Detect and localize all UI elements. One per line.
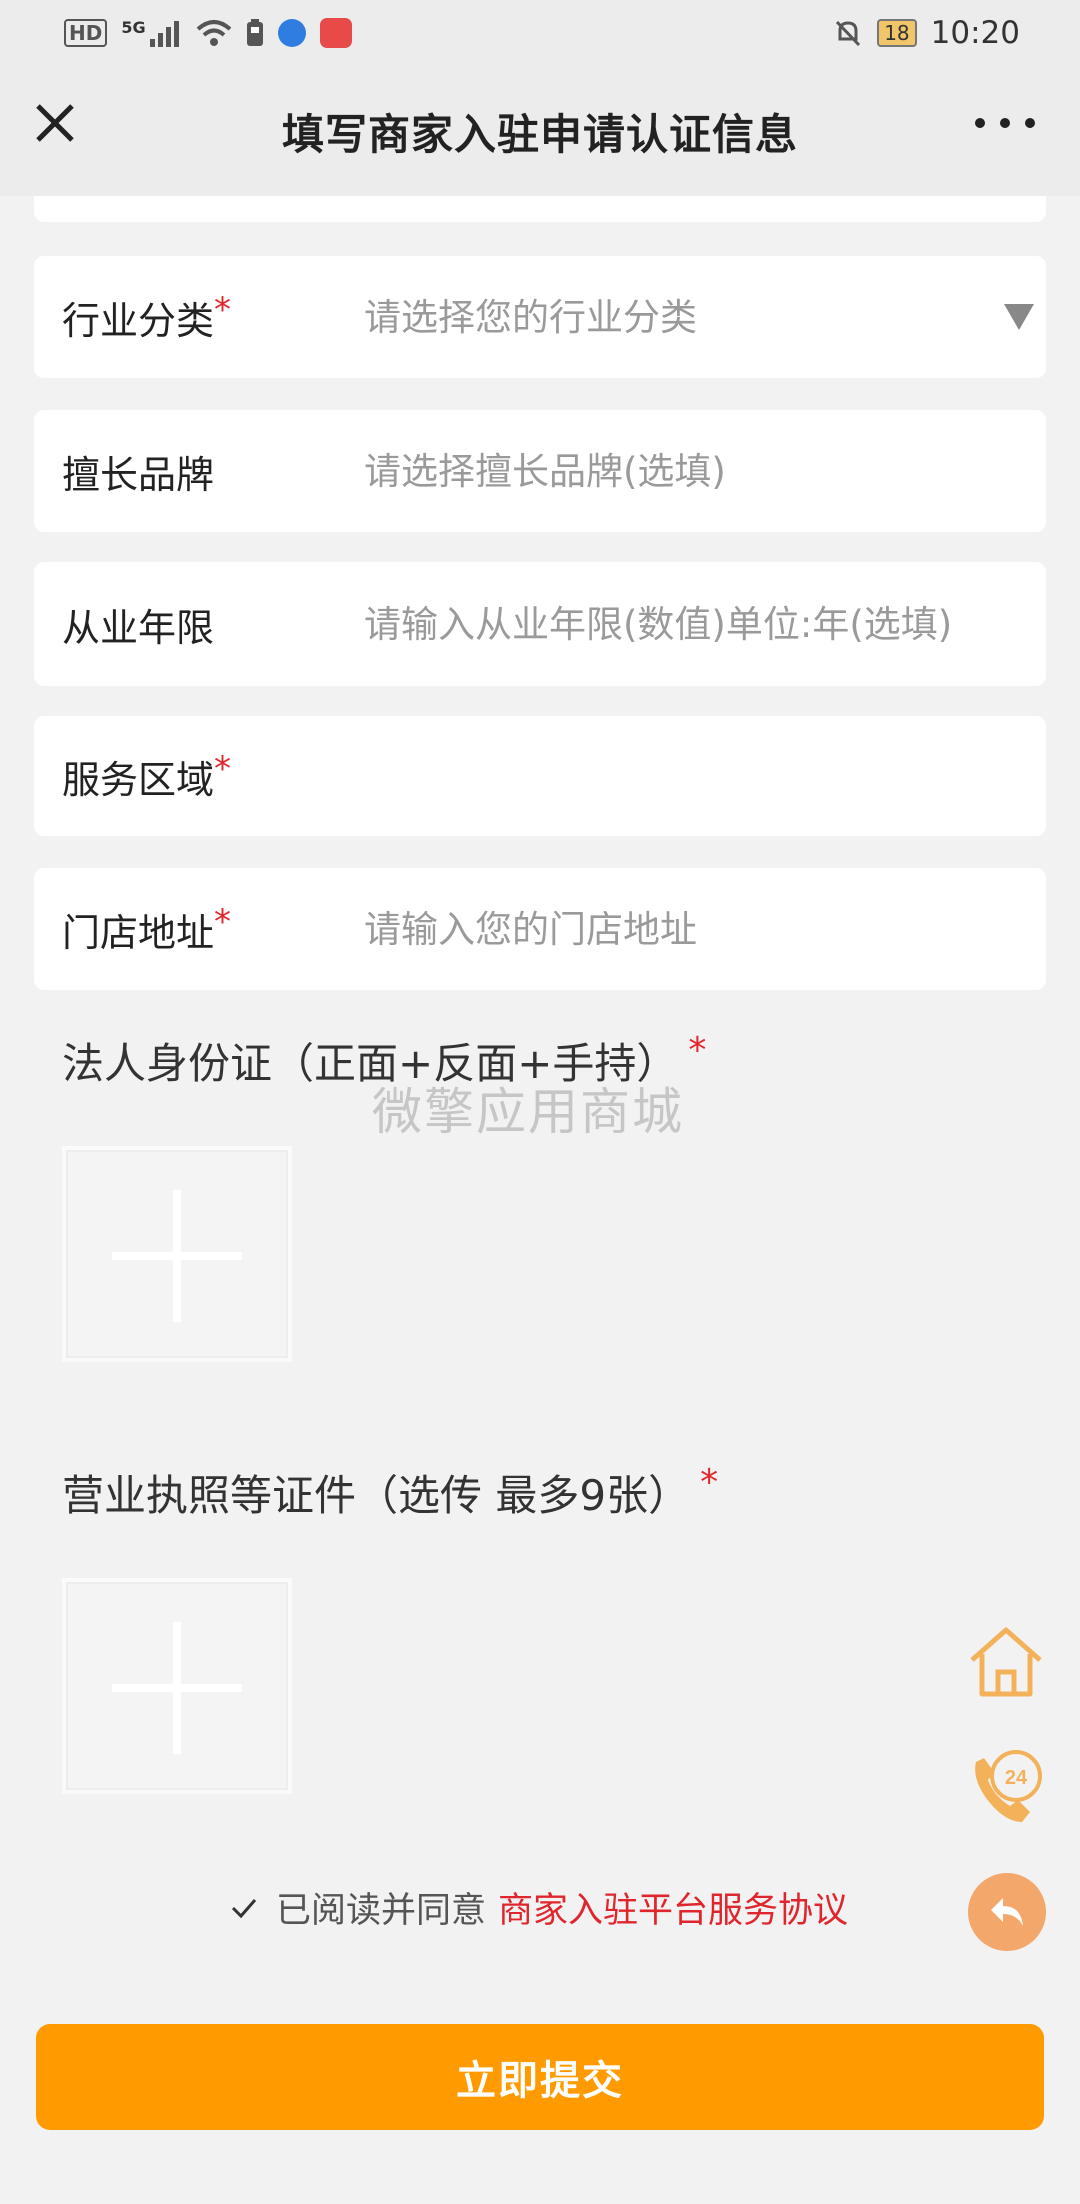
- industry-select[interactable]: [364, 295, 976, 339]
- field-label-service-area: 服务区域*: [62, 748, 232, 802]
- years-input[interactable]: [364, 602, 1042, 646]
- field-label-store-address: 门店地址*: [62, 901, 232, 955]
- nav-bar: 填写商家入驻申请认证信息: [0, 66, 1080, 196]
- field-label-brand: 擅长品牌: [62, 452, 215, 497]
- field-store-address[interactable]: 门店地址*: [34, 868, 1046, 990]
- more-icon[interactable]: [970, 108, 1040, 138]
- store-address-input[interactable]: [364, 907, 1026, 951]
- app-notification-icon: [277, 19, 306, 47]
- hd-badge: HD: [64, 19, 108, 47]
- service-area-select[interactable]: [364, 754, 1026, 798]
- required-mark: *: [214, 748, 232, 789]
- wifi-icon: [196, 20, 231, 46]
- watermark: 微擎应用商城: [372, 1083, 684, 1141]
- status-bar: HD 5G 18 10:20: [0, 0, 1080, 66]
- agreement-checkbox[interactable]: [224, 1888, 264, 1928]
- field-label-years: 从业年限: [62, 605, 215, 650]
- agreement-link[interactable]: 商家入驻平台服务协议: [498, 1882, 848, 1933]
- brand-select[interactable]: [364, 449, 1026, 493]
- bell-muted-icon: [836, 20, 861, 47]
- huawei-app-icon: [319, 18, 352, 48]
- status-bar-left: HD 5G: [64, 18, 352, 48]
- license-upload-button[interactable]: [62, 1578, 292, 1794]
- required-mark: *: [688, 1030, 707, 1071]
- battery-icon: 18: [877, 19, 917, 47]
- svg-text:24: 24: [1005, 1767, 1028, 1789]
- clock: 10:20: [930, 15, 1020, 51]
- close-icon[interactable]: [28, 96, 82, 150]
- plus-icon-vertical: [173, 1622, 181, 1754]
- field-years[interactable]: 从业年限: [34, 562, 1046, 686]
- required-mark: *: [700, 1462, 719, 1503]
- status-bar-right: 18 10:20: [833, 15, 1020, 51]
- back-button[interactable]: [968, 1873, 1046, 1951]
- field-industry[interactable]: 行业分类*: [34, 256, 1046, 378]
- required-mark: *: [214, 901, 232, 942]
- field-label-industry: 行业分类*: [62, 289, 232, 343]
- check-icon: [231, 1898, 257, 1918]
- network-label: 5G: [121, 18, 146, 37]
- license-section-title: 营业执照等证件（选传 最多9张） *: [62, 1462, 719, 1520]
- home-icon[interactable]: [964, 1620, 1048, 1704]
- id-card-upload-button[interactable]: [62, 1146, 292, 1362]
- plus-icon-vertical: [173, 1190, 181, 1322]
- field-brand[interactable]: 擅长品牌: [34, 410, 1046, 532]
- reply-icon: [991, 1898, 1023, 1926]
- signal-icon: [149, 21, 179, 47]
- field-service-area[interactable]: 服务区域*: [34, 716, 1046, 836]
- previous-field-card: [34, 196, 1046, 222]
- required-mark: *: [214, 289, 232, 330]
- phone-24h-icon[interactable]: 24: [964, 1744, 1048, 1828]
- battery-small-icon: [246, 19, 263, 46]
- agreement-row: 已阅读并同意 商家入驻平台服务协议: [224, 1882, 848, 1933]
- dropdown-arrow-icon[interactable]: [1002, 302, 1036, 332]
- page-title: 填写商家入驻申请认证信息: [281, 109, 798, 159]
- submit-button[interactable]: 立即提交: [36, 2024, 1044, 2130]
- agreement-text: 已阅读并同意: [276, 1891, 487, 1931]
